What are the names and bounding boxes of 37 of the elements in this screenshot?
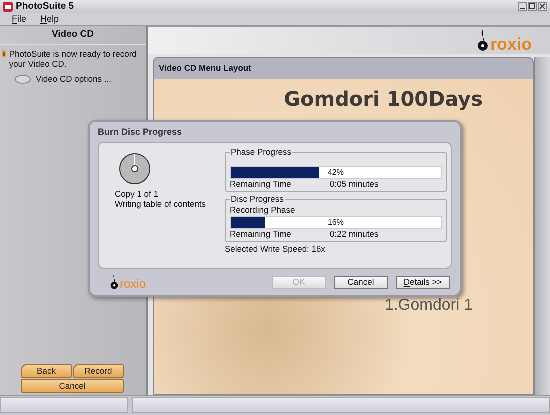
remaining-time: 0:05 minutes	[330, 179, 379, 190]
dialog-button[interactable]: Cancel	[334, 276, 388, 288]
sidebar-title: Video CD	[0, 26, 146, 45]
roxio-logo: roxio	[110, 274, 146, 290]
menu-item[interactable]: Help	[40, 14, 60, 24]
group-title: Disc Progress	[230, 194, 285, 204]
percent-label: 16%	[326, 217, 345, 228]
group-title: Phase Progress	[230, 147, 292, 157]
menu-item[interactable]: File	[12, 14, 27, 24]
write-speed: Selected Write Speed: 16x	[225, 244, 326, 254]
maximize-icon[interactable]	[528, 2, 537, 11]
menu-entry[interactable]: 1.Gomdori 1	[384, 297, 473, 315]
nav-button[interactable]: Back	[21, 364, 72, 378]
nav-button[interactable]: Record	[73, 364, 124, 378]
copy-count: Copy 1 of 1	[115, 189, 160, 199]
window-title: PhotoSuite 5	[16, 1, 74, 12]
status-message: PhotoSuite is now ready to record your Video CD.	[9, 49, 138, 69]
remaining-time: 0:22 minutes	[330, 229, 379, 240]
disc-flame-icon	[110, 274, 119, 290]
minimize-icon[interactable]	[518, 2, 527, 11]
roxio-logo: roxio	[477, 30, 532, 52]
phase-label: Recording Phase	[230, 204, 296, 216]
close-icon[interactable]	[538, 2, 547, 11]
dialog-title: Burn Disc Progress	[97, 126, 184, 139]
disc-icon	[119, 153, 151, 185]
remaining-label: Remaining Time	[230, 179, 292, 190]
remaining-label: Remaining Time	[230, 229, 292, 240]
options-link[interactable]: Video CD options ...	[36, 74, 112, 84]
panel-title: Video CD Menu Layout	[158, 62, 252, 75]
menu-title: Gomdori 100Days	[284, 87, 483, 111]
cancel-button[interactable]: Cancel	[21, 379, 124, 393]
disc-flame-icon	[477, 30, 490, 52]
dialog-button[interactable]: Details >>	[396, 276, 450, 288]
percent-label: 42%	[326, 167, 345, 178]
status-text: Writing table of contents	[115, 199, 208, 209]
app-icon	[3, 2, 13, 12]
info-icon	[2, 49, 6, 59]
